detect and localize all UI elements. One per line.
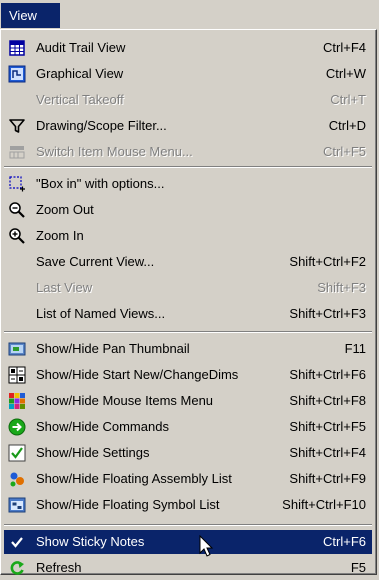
menu-item-label: Show/Hide Floating Symbol List: [36, 497, 220, 512]
menu-separator: [4, 331, 372, 333]
menu-item-shortcut: Ctrl+D: [328, 118, 366, 133]
menu-item-shortcut: Ctrl+T: [330, 92, 366, 107]
menu-item-label: Show/Hide Start New/ChangeDims: [36, 367, 239, 382]
audit-trail-icon: [8, 39, 26, 57]
menu-item-shortcut: Ctrl+F5: [323, 144, 366, 159]
menu-item-label: Show/Hide Commands: [36, 419, 169, 434]
menu-separator: [4, 524, 372, 526]
menu-item-label: Last View: [36, 280, 93, 295]
menu-bar: View: [0, 0, 379, 30]
menu-item-show-hide-mouse-items-menu[interactable]: Show/Hide Mouse Items Menu Shift+Ctrl+F8: [4, 389, 372, 413]
checkmark-icon: [8, 533, 26, 551]
menu-item-label: List of Named Views...: [36, 306, 166, 321]
filter-icon: [8, 117, 26, 135]
menu-item-shortcut: Shift+Ctrl+F4: [289, 445, 366, 460]
menu-item-zoom-out[interactable]: Zoom Out: [4, 198, 372, 222]
menu-item-switch-item-mouse-menu[interactable]: Switch Item Mouse Menu... Ctrl+F5: [4, 140, 372, 164]
menu-item-label: Graphical View: [36, 66, 124, 81]
menu-item-label: Show/Hide Settings: [36, 445, 150, 460]
menu-item-shortcut: Shift+Ctrl+F2: [289, 254, 366, 269]
graphical-view-icon: [8, 65, 26, 83]
menu-item-shortcut: Shift+Ctrl+F9: [289, 471, 366, 486]
menu-item-zoom-in[interactable]: Zoom In: [4, 224, 372, 248]
menu-item-label: Zoom Out: [36, 202, 94, 217]
menu-item-label: Show/Hide Pan Thumbnail: [36, 341, 190, 356]
menu-separator: [4, 166, 372, 168]
menu-item-shortcut: Shift+Ctrl+F8: [289, 393, 366, 408]
menu-item-label: Switch Item Mouse Menu...: [36, 144, 193, 159]
menu-item-last-view[interactable]: Last View Shift+F3: [4, 276, 372, 300]
menu-item-shortcut: Shift+Ctrl+F6: [289, 367, 366, 382]
zoom-out-icon: [8, 201, 26, 219]
menu-item-shortcut: Shift+Ctrl+F10: [282, 497, 366, 512]
mouse-items-icon: [8, 392, 26, 410]
menu-item-show-hide-commands[interactable]: Show/Hide Commands Shift+Ctrl+F5: [4, 415, 372, 439]
commands-icon: [8, 418, 26, 436]
menu-item-list-of-named-views[interactable]: List of Named Views... Shift+Ctrl+F3: [4, 302, 372, 326]
menu-item-show-hide-settings[interactable]: Show/Hide Settings Shift+Ctrl+F4: [4, 441, 372, 465]
menu-item-shortcut: Ctrl+F6: [323, 534, 366, 549]
menu-item-shortcut: F5: [350, 560, 366, 575]
menu-item-vertical-takeoff[interactable]: Vertical Takeoff Ctrl+T: [4, 88, 372, 112]
menu-item-drawing-scope-filter[interactable]: Drawing/Scope Filter... Ctrl+D: [4, 114, 372, 138]
mouse-menu-icon: [8, 143, 26, 161]
menu-item-shortcut: F11: [344, 341, 366, 356]
menu-item-shortcut: Ctrl+F4: [323, 40, 366, 55]
menu-item-save-current-view[interactable]: Save Current View... Shift+Ctrl+F2: [4, 250, 372, 274]
menu-item-shortcut: Shift+Ctrl+F5: [289, 419, 366, 434]
pan-thumbnail-icon: [8, 340, 26, 358]
menu-item-show-hide-floating-symbol-list[interactable]: Show/Hide Floating Symbol List Shift+Ctr…: [4, 493, 372, 517]
view-menu-title[interactable]: View: [1, 3, 60, 28]
zoom-in-icon: [8, 227, 26, 245]
menu-item-label: Audit Trail View: [36, 40, 126, 55]
box-in-icon: [8, 175, 26, 193]
menu-item-shortcut: Shift+F3: [317, 280, 366, 295]
menu-item-box-in-options[interactable]: "Box in" with options...: [4, 172, 372, 196]
menu-item-refresh[interactable]: Refresh F5: [4, 556, 372, 580]
menu-item-show-hide-start-new-changedims[interactable]: Show/Hide Start New/ChangeDims Shift+Ctr…: [4, 363, 372, 387]
settings-check-icon: [8, 444, 26, 462]
menu-item-label: Show/Hide Floating Assembly List: [36, 471, 232, 486]
assembly-list-icon: [8, 470, 26, 488]
start-new-icon: [8, 366, 26, 384]
menu-item-show-hide-floating-assembly-list[interactable]: Show/Hide Floating Assembly List Shift+C…: [4, 467, 372, 491]
menu-item-label: Drawing/Scope Filter...: [36, 118, 167, 133]
menu-item-show-sticky-notes[interactable]: Show Sticky Notes Ctrl+F6: [4, 530, 372, 554]
menu-item-label: Show/Hide Mouse Items Menu: [36, 393, 214, 408]
menu-item-label: Zoom In: [36, 228, 84, 243]
menu-item-label: Show Sticky Notes: [36, 534, 145, 549]
menu-item-label: "Box in" with options...: [36, 176, 165, 191]
menu-item-label: Vertical Takeoff: [36, 92, 124, 107]
menu-item-label: Refresh: [36, 560, 82, 575]
mouse-pointer-icon: [199, 534, 219, 559]
symbol-list-icon: [8, 496, 26, 514]
menu-item-label: Save Current View...: [36, 254, 155, 269]
menu-item-show-hide-pan-thumbnail[interactable]: Show/Hide Pan Thumbnail F11: [4, 337, 372, 361]
menu-item-shortcut: Ctrl+W: [325, 66, 366, 81]
view-menu-dropdown: Audit Trail View Ctrl+F4 Graphical View …: [0, 29, 377, 575]
menu-item-audit-trail-view[interactable]: Audit Trail View Ctrl+F4: [4, 36, 372, 60]
menu-item-shortcut: Shift+Ctrl+F3: [289, 306, 366, 321]
menu-item-graphical-view[interactable]: Graphical View Ctrl+W: [4, 62, 372, 86]
refresh-icon: [8, 559, 26, 577]
